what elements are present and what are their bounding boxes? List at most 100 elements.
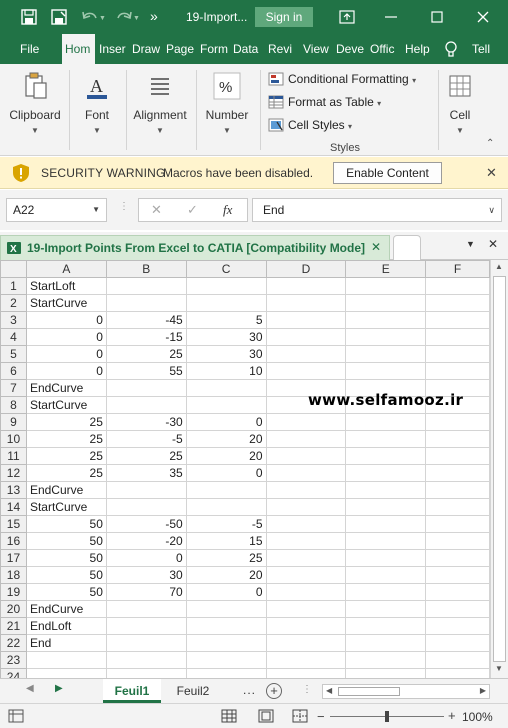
cell-f[interactable] (425, 617, 490, 635)
number-group[interactable]: % Number ▼ (197, 64, 257, 156)
scroll-left-icon[interactable]: ◀ (326, 686, 332, 695)
row-header[interactable]: 22 (0, 634, 27, 652)
cell-b[interactable]: -45 (105, 311, 187, 329)
cell-b[interactable] (105, 668, 187, 678)
vertical-scrollbar[interactable]: ▲ ▼ (490, 260, 508, 678)
cell-b[interactable]: 25 (105, 447, 187, 465)
cell-f[interactable] (425, 498, 490, 516)
row-header[interactable]: 13 (0, 481, 27, 499)
cell-e[interactable] (345, 549, 427, 567)
cell-d[interactable] (265, 566, 347, 584)
chevron-down-icon[interactable]: ▼ (92, 199, 100, 221)
cell-d[interactable] (265, 447, 347, 465)
horizontal-scrollbar[interactable]: ◀ ▶ (322, 684, 490, 699)
cell-a[interactable] (25, 668, 107, 678)
row-header[interactable]: 2 (0, 294, 27, 312)
cell-a[interactable]: 50 (25, 566, 107, 584)
scroll-up-icon[interactable]: ▲ (495, 262, 503, 271)
cell-f[interactable] (425, 532, 490, 550)
cell-b[interactable]: 30 (105, 566, 187, 584)
cell-d[interactable] (265, 328, 347, 346)
cell-d[interactable] (265, 651, 347, 669)
cell-a[interactable]: StartLoft (25, 277, 107, 295)
cell-a[interactable]: 25 (25, 413, 107, 431)
tab-developer[interactable]: Deve (336, 34, 364, 64)
horizontal-scroll-thumb[interactable] (338, 687, 400, 696)
normal-view-icon[interactable] (221, 709, 237, 723)
close-icon[interactable]: ✕ (488, 237, 498, 251)
cell-b[interactable]: -5 (105, 430, 187, 448)
cell-a[interactable]: EndLoft (25, 617, 107, 635)
enable-content-button[interactable]: Enable Content (333, 162, 442, 184)
cell-b[interactable] (105, 396, 187, 414)
row-header[interactable]: 4 (0, 328, 27, 346)
cell-e[interactable] (345, 430, 427, 448)
cell-f[interactable] (425, 430, 490, 448)
cell-f[interactable] (425, 311, 490, 329)
tab-insert[interactable]: Inser (99, 34, 128, 64)
zoom-slider-thumb[interactable] (385, 711, 389, 722)
tab-review[interactable]: Revi (268, 34, 296, 64)
tab-tell-me[interactable]: Tell (472, 34, 502, 64)
cell-b[interactable]: 25 (105, 345, 187, 363)
row-header[interactable]: 23 (0, 651, 27, 669)
cell-a[interactable]: 0 (25, 345, 107, 363)
cell-d[interactable] (265, 634, 347, 652)
column-header-e[interactable]: E (345, 260, 427, 278)
cell-d[interactable] (265, 668, 347, 678)
row-header[interactable]: 5 (0, 345, 27, 363)
cell-d[interactable] (265, 430, 347, 448)
cell-a[interactable]: 25 (25, 447, 107, 465)
cell-f[interactable] (425, 651, 490, 669)
confirm-icon[interactable]: ✓ (187, 202, 198, 218)
maximize-icon[interactable] (428, 8, 446, 26)
row-header[interactable]: 17 (0, 549, 27, 567)
save-as-icon[interactable] (50, 8, 68, 26)
alignment-group[interactable]: Alignment ▼ (127, 64, 193, 156)
cell-f[interactable] (425, 481, 490, 499)
cell-e[interactable] (345, 668, 427, 678)
cell-b[interactable] (105, 498, 187, 516)
column-header-f[interactable]: F (425, 260, 490, 278)
cell-b[interactable]: -20 (105, 532, 187, 550)
ribbon-display-icon[interactable] (338, 8, 356, 26)
cell-c[interactable]: 0 (185, 413, 267, 431)
row-header[interactable]: 18 (0, 566, 27, 584)
cell-e[interactable] (345, 294, 427, 312)
row-header[interactable]: 15 (0, 515, 27, 533)
cell-d[interactable] (265, 277, 347, 295)
cell-c[interactable] (185, 651, 267, 669)
cell-c[interactable]: 20 (185, 430, 267, 448)
name-box[interactable]: A22 ▼ (6, 198, 107, 222)
cell-e[interactable] (345, 447, 427, 465)
redo-icon[interactable]: ▼ (114, 8, 140, 26)
cell-c[interactable]: 30 (185, 328, 267, 346)
cell-c[interactable] (185, 600, 267, 618)
tab-formulas[interactable]: Form (200, 34, 228, 64)
collapse-ribbon-icon[interactable]: ⌃ (486, 138, 494, 149)
cell-d[interactable] (265, 464, 347, 482)
new-tab-button[interactable] (393, 235, 421, 260)
cell-f[interactable] (425, 634, 490, 652)
cell-e[interactable] (345, 566, 427, 584)
cell-b[interactable] (105, 600, 187, 618)
chevron-down-icon[interactable]: ▼ (466, 239, 475, 249)
cell-e[interactable] (345, 464, 427, 482)
tab-page-layout[interactable]: Page (166, 34, 194, 64)
quick-access-more[interactable]: » (150, 8, 158, 24)
page-layout-view-icon[interactable] (258, 709, 274, 723)
cell-d[interactable] (265, 617, 347, 635)
cell-e[interactable] (345, 583, 427, 601)
scroll-down-icon[interactable]: ▼ (495, 664, 503, 673)
cell-b[interactable]: -15 (105, 328, 187, 346)
cell-d[interactable] (265, 362, 347, 380)
expand-formula-icon[interactable]: ∨ (488, 199, 495, 221)
close-icon[interactable]: ✕ (486, 165, 497, 181)
row-header[interactable]: 3 (0, 311, 27, 329)
cell-f[interactable] (425, 515, 490, 533)
tab-view[interactable]: View (303, 34, 331, 64)
tab-help[interactable]: Help (405, 34, 433, 64)
cell-d[interactable] (265, 498, 347, 516)
cell-e[interactable] (345, 515, 427, 533)
zoom-level[interactable]: 100% (462, 710, 493, 724)
